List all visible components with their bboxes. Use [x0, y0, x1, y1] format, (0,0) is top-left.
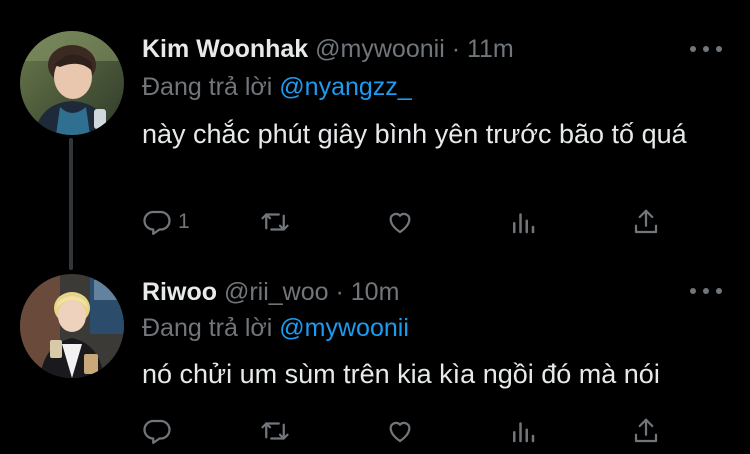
avatar[interactable] [20, 274, 124, 378]
views-icon [508, 416, 538, 446]
like-icon [385, 416, 415, 446]
action-bar [142, 414, 662, 448]
share-button[interactable] [631, 414, 661, 448]
share-icon [631, 416, 661, 446]
author-handle[interactable]: @rii_woo [224, 278, 329, 306]
separator-dot: · [335, 278, 344, 306]
more-icon[interactable] [690, 283, 722, 299]
author-name[interactable]: Riwoo [142, 278, 217, 306]
tweet-header: Riwoo @rii_woo · 10m [142, 277, 399, 307]
like-button[interactable] [385, 414, 415, 448]
retweet-button[interactable] [260, 414, 290, 448]
timestamp[interactable]: 10m [351, 278, 400, 306]
replying-to: Đang trả lời @mywoonii [142, 313, 409, 343]
reply-prefix: Đang trả lời [142, 314, 273, 342]
tweet-text: nó chửi um sùm trên kia kìa ngồi đó mà n… [142, 359, 660, 389]
views-button[interactable] [508, 414, 538, 448]
retweet-icon [260, 416, 290, 446]
reply-button[interactable] [142, 414, 172, 448]
reply-icon [142, 416, 172, 446]
reply-mention-link[interactable]: @mywoonii [279, 314, 409, 342]
